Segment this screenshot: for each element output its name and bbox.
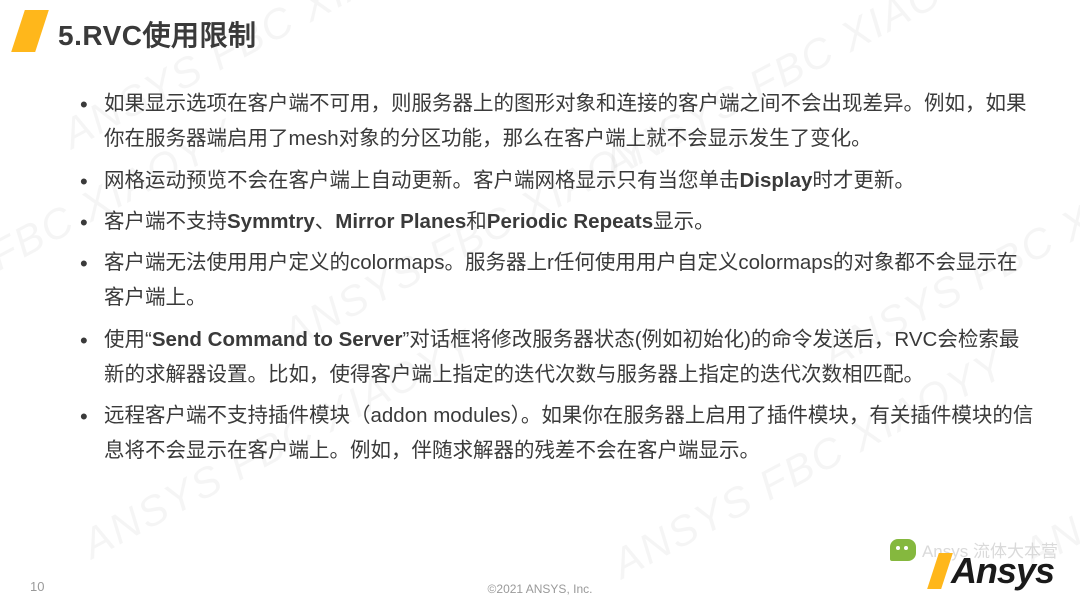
slide-title: 5.RVC使用限制 xyxy=(58,14,256,54)
list-item: 远程客户端不支持插件模块（addon modules）。如果你在服务器上启用了插… xyxy=(76,398,1036,469)
page-number: 10 xyxy=(30,579,44,594)
wechat-icon xyxy=(890,539,916,561)
slide: ANSYS FBC XIAOYY ANSYS FBC XIAOYY ANSYS … xyxy=(0,0,1080,608)
list-item: 客户端无法使用用户定义的colormaps。服务器上r任何使用用户自定义colo… xyxy=(76,245,1036,316)
bullet-list: 如果显示选项在客户端不可用，则服务器上的图形对象和连接的客户端之间不会出现差异。… xyxy=(76,86,1036,469)
copyright-text: ©2021 ANSYS, Inc. xyxy=(488,582,593,596)
logo-text: Ansys xyxy=(951,550,1054,592)
list-item: 使用“Send Command to Server”对话框将修改服务器状态(例如… xyxy=(76,322,1036,393)
list-item: 网格运动预览不会在客户端上自动更新。客户端网格显示只有当您单击Display时才… xyxy=(76,163,1036,198)
title-accent-bar xyxy=(11,10,49,52)
content-area: 如果显示选项在客户端不可用，则服务器上的图形对象和连接的客户端之间不会出现差异。… xyxy=(76,86,1036,475)
list-item: 客户端不支持Symmtry、Mirror Planes和Periodic Rep… xyxy=(76,204,1036,239)
ansys-logo: Ansys xyxy=(933,550,1054,592)
list-item: 如果显示选项在客户端不可用，则服务器上的图形对象和连接的客户端之间不会出现差异。… xyxy=(76,86,1036,157)
